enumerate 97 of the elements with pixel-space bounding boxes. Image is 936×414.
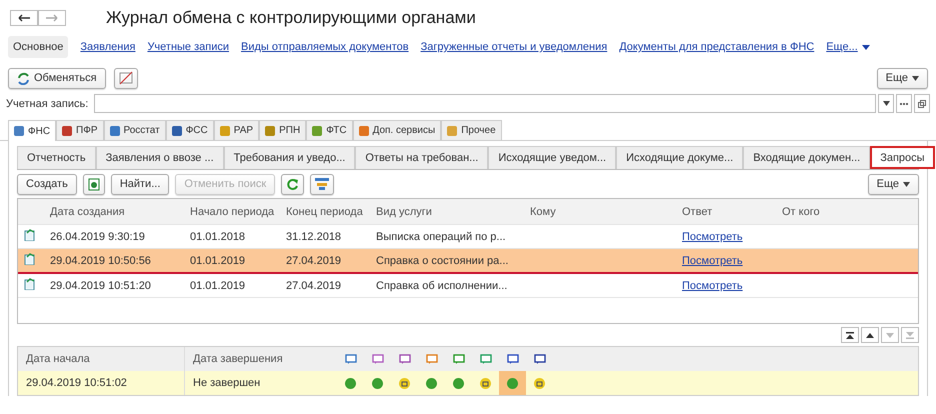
agency-tab[interactable]: РАР [214,120,260,140]
caret-icon [903,182,910,186]
caret-icon [882,101,890,106]
agency-tab[interactable]: Росстат [104,120,166,140]
document-icon [24,229,36,241]
document-tab[interactable]: Требования и уведо... [224,146,356,169]
account-field[interactable] [94,94,876,113]
table-cell-text: 27.04.2019 [285,254,342,266]
table-cell-text: Справка о состоянии ра... [375,254,510,266]
pending-status-icon [480,378,491,388]
view-link[interactable]: Посмотреть [682,230,743,242]
document-tab[interactable]: Исходящие уведом... [488,146,616,169]
to-bottom-icon [906,332,914,338]
window-title: Журнал обмена с контролирующими органами [106,8,476,28]
to-top-icon [846,332,854,338]
pending-status-icon [534,378,545,388]
filter-button[interactable] [310,174,334,194]
pending-status-icon [399,378,410,388]
exchange-button[interactable]: Обменяться [8,68,106,88]
agency-tab[interactable]: Доп. сервисы [352,120,442,140]
status-dot [426,378,437,388]
nav-link[interactable]: Загруженные отчеты и уведомления [420,36,608,58]
column-header[interactable]: Кому [524,206,676,218]
dropdown-button[interactable] [878,94,894,113]
view-link[interactable]: Посмотреть [682,280,743,292]
column-header[interactable]: От кого [776,206,918,218]
status-dot [345,378,356,388]
document-tab[interactable]: Отчетность [17,146,96,169]
table-cell-text: Выписка операций по р... [375,230,507,242]
document-tab[interactable]: Заявления о ввозе ... [96,146,224,169]
nav-link[interactable]: Виды отправляемых документов [241,36,409,58]
document-icon [24,278,36,290]
column-header[interactable]: Начало периода [184,206,280,218]
right-arrow-icon [46,14,58,22]
table-cell-text: 27.04.2019 [285,280,342,292]
copy-button[interactable] [82,174,105,194]
nav-link[interactable]: Учетные записи [147,36,230,58]
stage-cell[interactable] [499,371,526,395]
nav-link[interactable]: Еще... [826,36,858,58]
nav-link[interactable]: Документы для представления в ФНС [619,36,814,58]
document-tab[interactable]: Запросы [870,146,935,169]
up-triangle-icon [866,332,874,338]
document-icon [24,253,36,265]
list-icon [315,178,330,190]
account-label: Учетная запись: [6,98,88,110]
crossed-out-button[interactable] [114,68,138,88]
more-button[interactable]: Еще [868,174,919,194]
down-triangle-icon [886,332,894,338]
table-cell-text: Справка об исполнении... [375,280,508,292]
document-icon [88,178,100,190]
left-arrow-icon [18,14,30,22]
refresh-button[interactable] [281,174,304,194]
up-button[interactable] [861,327,879,343]
status-dot [453,378,464,388]
column-header[interactable]: Дата завершения [185,347,337,371]
table-cell-text: 01.01.2019 [189,254,246,266]
table-cell-text: 29.04.2019 10:51:20 [49,280,152,292]
agency-tab[interactable]: Прочее [441,120,502,140]
refresh-icon [286,178,300,190]
column-header[interactable]: Ответ [676,206,776,218]
nav-link[interactable]: Основное [8,36,68,58]
table-cell-text: 01.01.2019 [189,280,246,292]
create-button[interactable]: Создать [17,174,77,194]
agency-tab[interactable]: ПФР [56,120,104,140]
nav-link[interactable]: Заявления [80,36,136,58]
table-row[interactable]: 29.04.2019 10:51:20 01.01.2019 27.04.2019 Справка об исполнении... Посмотреть [18,274,918,298]
agency-tab[interactable]: ФТС [306,120,353,140]
document-tab[interactable]: Входящие докумен... [743,146,870,169]
view-link[interactable]: Посмотреть [682,254,743,266]
sync-icon [17,72,30,84]
agency-tab[interactable]: ФСС [166,120,214,140]
document-tab[interactable]: Ответы на требован... [355,146,488,169]
caret-icon [862,44,870,50]
window-icon [918,100,926,108]
first-button[interactable] [841,327,859,343]
status-dot [372,378,383,388]
status-dot [507,378,518,388]
column-header[interactable]: Вид услуги [370,206,524,218]
column-header[interactable]: Конец периода [280,206,370,218]
table-cell-text: 29.04.2019 10:50:56 [49,254,152,266]
more-button[interactable]: Еще [876,68,928,88]
back-button[interactable] [10,10,38,26]
table-cell-text: 26.04.2019 9:30:19 [49,230,146,242]
caret-icon [912,76,919,80]
table-cell-text: Не завершен [192,376,262,391]
agency-tab[interactable]: ФНС [8,120,56,141]
table-cell-text: 01.01.2018 [189,230,246,242]
find-button[interactable]: Найти... [110,174,170,194]
table-cell-text: 31.12.2018 [285,230,342,242]
select-button[interactable] [896,94,912,113]
table-cell: 29.04.2019 10:51:02 [18,371,185,395]
crossed-out-icon [118,71,133,85]
document-tab[interactable]: Исходящие докуме... [616,146,744,169]
agency-tab[interactable]: РПН [259,120,306,140]
column-header[interactable]: Дата создания [44,206,184,218]
open-button[interactable] [914,94,930,113]
table-row[interactable]: 29.04.2019 10:50:56 01.01.2019 27.04.2019 Справка о состоянии ра... Посмотреть [18,249,918,274]
